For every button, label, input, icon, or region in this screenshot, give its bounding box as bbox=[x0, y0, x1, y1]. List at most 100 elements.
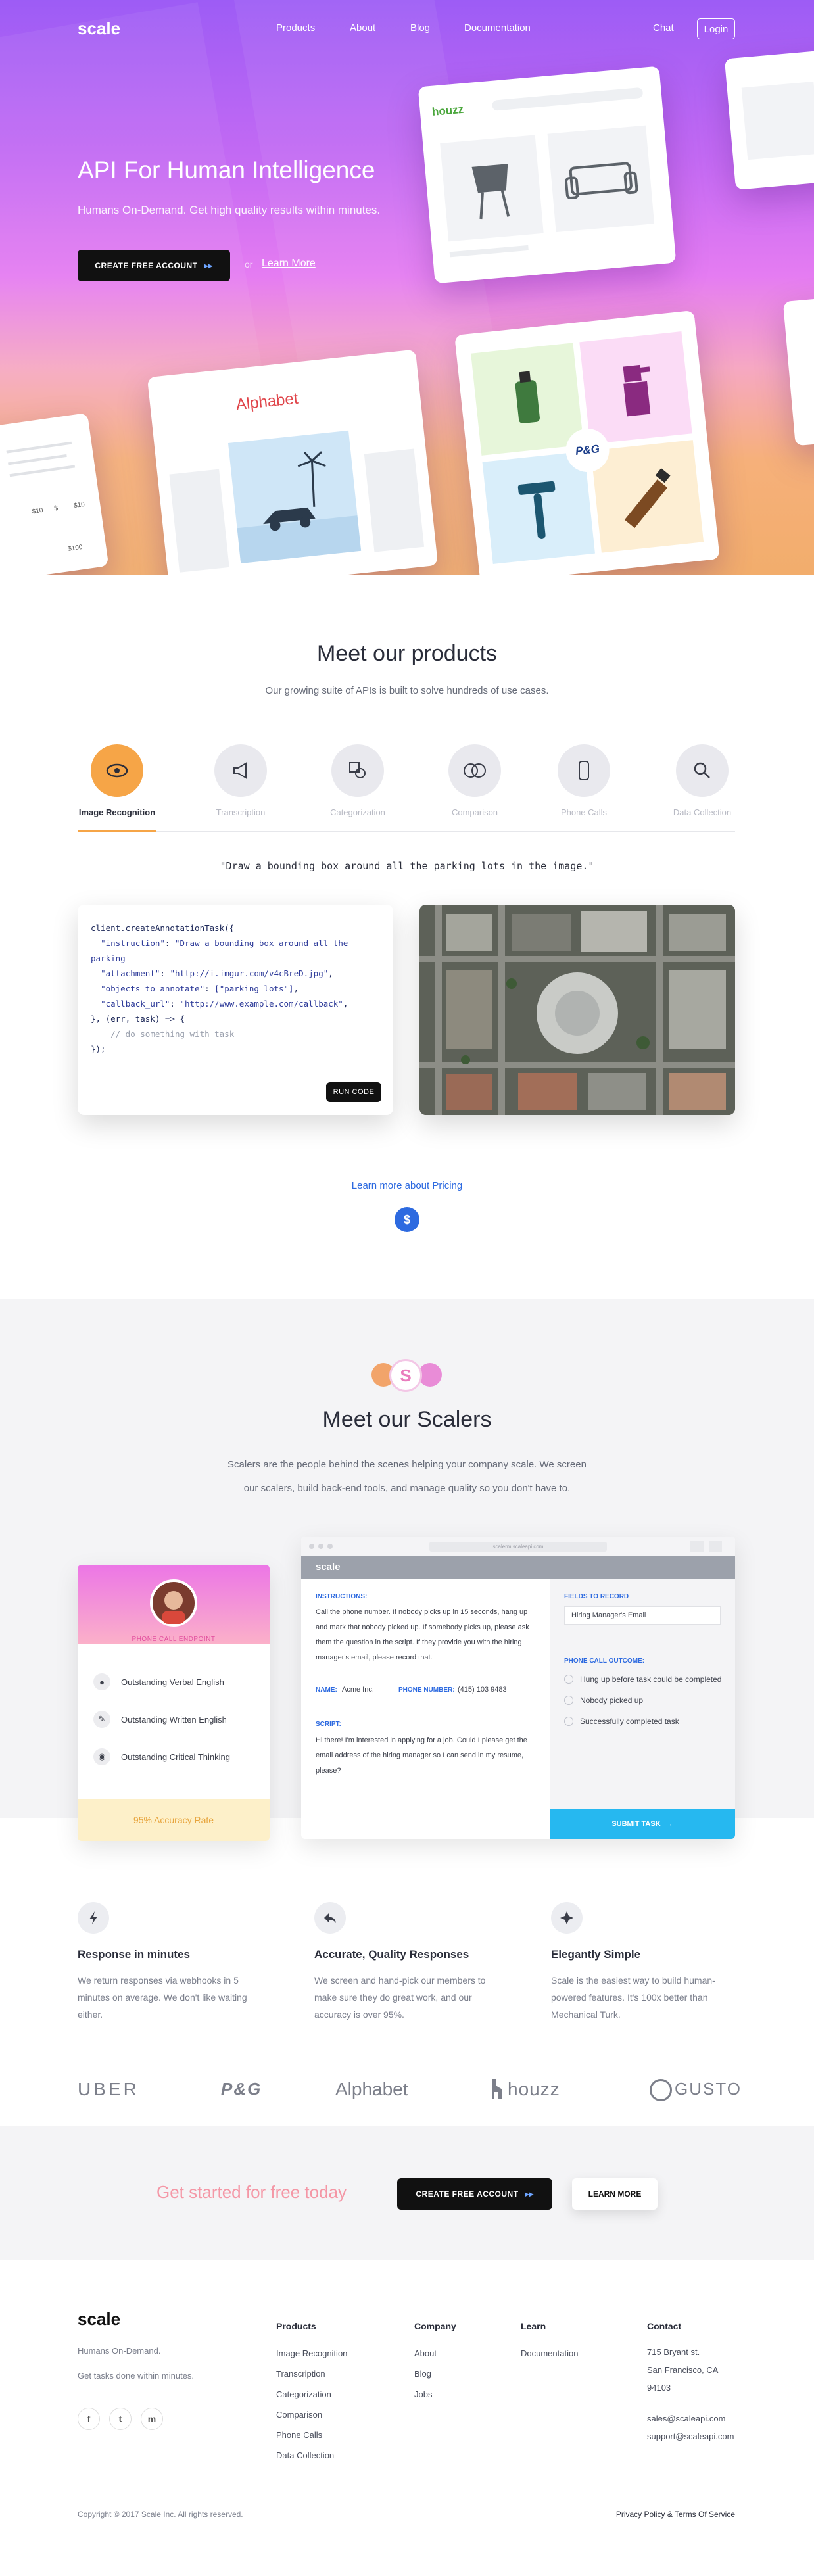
pencil-icon: ✎ bbox=[93, 1711, 110, 1728]
code-line: "callback_url": "http://www.example.com/… bbox=[101, 999, 348, 1009]
skill-item: ● Outstanding Verbal English bbox=[93, 1673, 224, 1690]
arrow-icon: ▸▸ bbox=[525, 2189, 534, 2199]
houzz-logo: houzz bbox=[508, 2079, 560, 2099]
tab-data-collection[interactable]: Data Collection bbox=[663, 744, 742, 817]
tab-categorization[interactable]: Categorization bbox=[318, 744, 397, 817]
footer-logo[interactable]: scale bbox=[78, 2309, 120, 2329]
receipt-total: $100 bbox=[67, 543, 84, 553]
accuracy-rate: 95% Accuracy Rate bbox=[78, 1799, 270, 1841]
active-tab-indicator bbox=[78, 830, 156, 832]
footer-column-products: Products Image Recognition Transcription… bbox=[276, 2321, 347, 2466]
nav-link-documentation[interactable]: Documentation bbox=[464, 22, 531, 34]
tab-phone-calls[interactable]: Phone Calls bbox=[544, 744, 623, 817]
products-subtitle: Our growing suite of APIs is built to so… bbox=[265, 685, 549, 696]
car-image bbox=[227, 430, 362, 564]
reply-arrow-icon bbox=[314, 1902, 346, 1934]
receipt-price: $10 bbox=[73, 500, 85, 510]
nav-link-blog[interactable]: Blog bbox=[410, 22, 430, 34]
app-header: scale bbox=[301, 1556, 735, 1579]
rings-icon bbox=[448, 744, 501, 797]
email-link[interactable]: support@scaleapi.com bbox=[647, 2427, 734, 2445]
outcome-radio[interactable]: Nobody picked up bbox=[564, 1696, 721, 1705]
footer-tagline: Humans On-Demand. bbox=[78, 2346, 161, 2356]
legal-link[interactable]: Privacy Policy & Terms Of Service bbox=[613, 2510, 735, 2519]
footer-link[interactable]: Jobs bbox=[414, 2384, 456, 2404]
footer-link[interactable]: Categorization bbox=[276, 2384, 347, 2404]
scalers-subtitle-line: our scalers, build back-end tools, and m… bbox=[243, 1483, 571, 1494]
footer-column-contact: Contact 715 Bryant st. San Francisco, CA… bbox=[647, 2321, 734, 2445]
skill-item: ◉ Outstanding Critical Thinking bbox=[93, 1748, 230, 1765]
footer-link[interactable]: Data Collection bbox=[276, 2445, 347, 2466]
pg-card: P&G bbox=[454, 310, 720, 575]
footer-link[interactable]: Comparison bbox=[276, 2404, 347, 2425]
tab-transcription[interactable]: Transcription bbox=[201, 744, 280, 817]
alphabet-logo: Alphabet bbox=[335, 2079, 408, 2099]
footer-link[interactable]: Phone Calls bbox=[276, 2425, 347, 2445]
footer-column-title: Contact bbox=[647, 2321, 682, 2331]
login-button[interactable]: Login bbox=[697, 18, 735, 39]
feature-title: Elegantly Simple bbox=[551, 1948, 641, 1961]
speech-icon: ● bbox=[93, 1673, 110, 1690]
hiring-email-field[interactable]: Hiring Manager's Email bbox=[564, 1606, 721, 1625]
footer-link[interactable]: About bbox=[414, 2343, 456, 2364]
tab-label: Data Collection bbox=[673, 807, 732, 817]
outcome-radio[interactable]: Successfully completed task bbox=[564, 1717, 721, 1726]
products-title: Meet our products bbox=[316, 641, 498, 666]
lightning-icon bbox=[78, 1902, 109, 1934]
pricing-link[interactable]: Learn more about Pricing bbox=[0, 1180, 814, 1191]
alphabet-logo: Alphabet bbox=[235, 389, 299, 414]
sparkle-icon bbox=[551, 1902, 583, 1934]
email-link[interactable]: sales@scaleapi.com bbox=[647, 2410, 734, 2427]
nav-link-about[interactable]: About bbox=[350, 22, 375, 34]
tab-image-recognition[interactable]: Image Recognition bbox=[78, 744, 156, 817]
script-text: Hi there! I'm interested in applying for… bbox=[316, 1736, 527, 1775]
scalers-section: S Meet our Scalers Scalers are the peopl… bbox=[0, 1299, 814, 1841]
placeholder-panel bbox=[364, 448, 425, 552]
search-input bbox=[491, 87, 644, 111]
receipt-price: $ bbox=[53, 504, 59, 513]
footer-link[interactable]: Documentation bbox=[521, 2343, 578, 2364]
footer-link[interactable]: Image Recognition bbox=[276, 2343, 347, 2364]
hero-learn-more-link[interactable]: Learn More bbox=[262, 258, 316, 270]
submit-task-button[interactable]: SUBMIT TASK → bbox=[550, 1809, 735, 1839]
run-code-button[interactable]: RUN CODE bbox=[326, 1082, 381, 1102]
outcome-radio[interactable]: Hung up before task could be completed bbox=[564, 1675, 721, 1684]
phone-icon bbox=[558, 744, 610, 797]
arrow-icon: → bbox=[665, 1820, 673, 1828]
search-icon bbox=[676, 744, 729, 797]
houzz-card: houzz bbox=[418, 66, 677, 284]
receipt-line bbox=[6, 441, 72, 454]
feature-title: Response in minutes bbox=[78, 1948, 190, 1961]
hero-create-account-label: CREATE FREE ACCOUNT bbox=[95, 261, 198, 270]
nav-link-products[interactable]: Products bbox=[276, 22, 315, 34]
profile-role: PHONE CALL ENDPOINT bbox=[132, 1636, 216, 1643]
hero-create-account-button[interactable]: CREATE FREE ACCOUNT ▸▸ bbox=[78, 250, 230, 281]
facebook-icon[interactable]: f bbox=[78, 2408, 100, 2430]
receipt-price: $10 bbox=[32, 506, 44, 516]
tab-label: Transcription bbox=[216, 807, 266, 817]
image-icon bbox=[741, 82, 814, 160]
copyright: Copyright © 2017 Scale Inc. All rights r… bbox=[78, 2510, 243, 2519]
scalers-title-wrap: Meet our Scalers bbox=[0, 1407, 814, 1433]
outcome-label: PHONE CALL OUTCOME: bbox=[564, 1658, 645, 1665]
footer-link[interactable]: Blog bbox=[414, 2364, 456, 2384]
twitter-icon[interactable]: t bbox=[109, 2408, 132, 2430]
sofa-image bbox=[547, 125, 655, 233]
nav-logo[interactable]: scale bbox=[78, 18, 120, 39]
name-label: NAME: bbox=[316, 1686, 337, 1694]
nav-link-chat[interactable]: Chat bbox=[653, 22, 674, 34]
tab-comparison[interactable]: Comparison bbox=[435, 744, 514, 817]
feature-text: Scale is the easiest way to build human-… bbox=[551, 1975, 715, 2020]
spray-can-image bbox=[471, 343, 584, 456]
cta-learn-more-button[interactable]: LEARN MORE bbox=[572, 2178, 658, 2210]
dollar-icon[interactable]: $ bbox=[395, 1207, 419, 1232]
instructions-text: Call the phone number. If nobody picks u… bbox=[316, 1608, 529, 1661]
phone-value: (415) 103 9483 bbox=[458, 1686, 507, 1694]
footer-link[interactable]: Transcription bbox=[276, 2364, 347, 2384]
alphabet-card: Alphabet bbox=[147, 349, 439, 575]
medium-icon[interactable]: m bbox=[141, 2408, 163, 2430]
uber-logo: UBER bbox=[78, 2079, 139, 2099]
cta-create-account-button[interactable]: CREATE FREE ACCOUNT ▸▸ bbox=[397, 2178, 552, 2210]
scalers-subtitle-line: Scalers are the people behind the scenes… bbox=[227, 1459, 587, 1470]
scaler-task-window: scalerm.scaleapi.com scale INSTRUCTIONS:… bbox=[301, 1537, 735, 1839]
